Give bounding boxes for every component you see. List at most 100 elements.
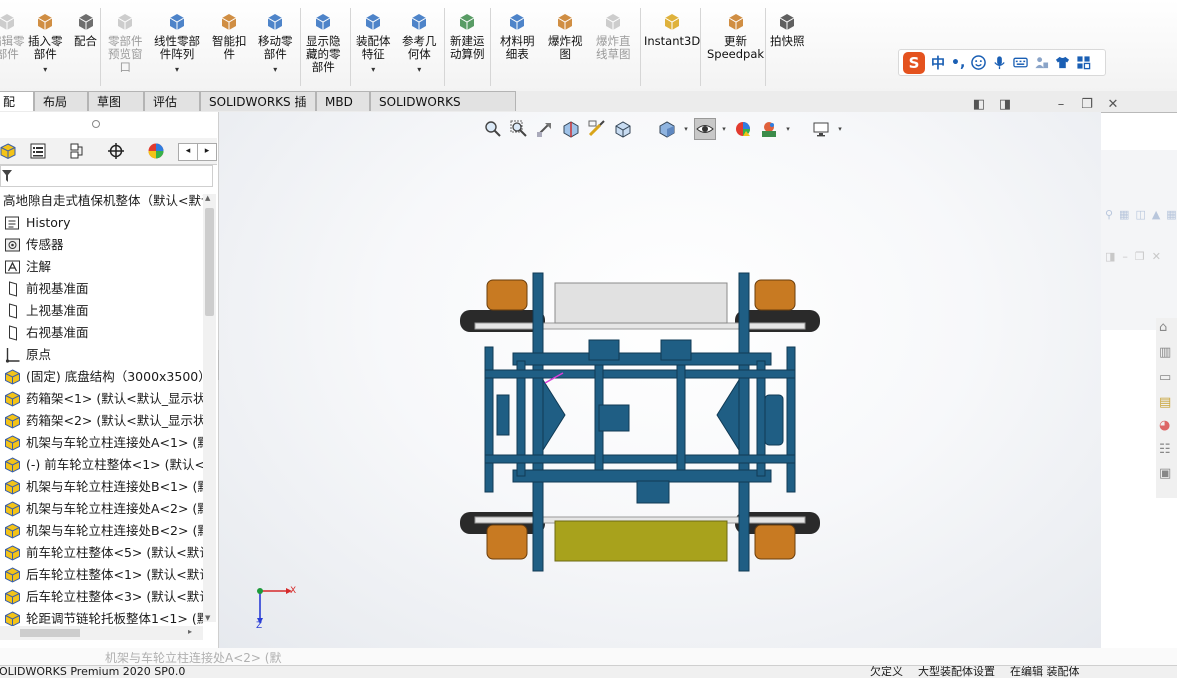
tree-item[interactable]: 后车轮立柱整体<1> (默认<默认 bbox=[0, 564, 203, 586]
appearances-icon[interactable]: ◕ bbox=[1159, 418, 1170, 433]
tree-vertical-scrollbar[interactable]: ▲ ▼ bbox=[203, 194, 216, 622]
left-side-rail[interactable] bbox=[484, 346, 494, 493]
tab-evaluate[interactable]: 评估 bbox=[144, 91, 200, 111]
tree-item[interactable]: 前车轮立柱整体<5> (默认<默认 bbox=[0, 542, 203, 564]
tile-left-icon[interactable]: ◧ bbox=[972, 98, 986, 112]
linear-pattern-dropdown-icon[interactable]: ▾ bbox=[175, 63, 179, 76]
tree-item[interactable]: 轮距调节链轮托板整体1<1> (默 bbox=[0, 608, 203, 628]
instant3d-button[interactable]: Instant3D bbox=[644, 10, 700, 90]
tree-item[interactable]: 药箱架<1> (默认<默认_显示状态 bbox=[0, 388, 203, 410]
panel-grip-icon[interactable] bbox=[92, 120, 100, 128]
right-brace[interactable] bbox=[716, 378, 740, 452]
tree-item[interactable]: 前视基准面 bbox=[0, 278, 203, 300]
front-block-right[interactable] bbox=[660, 339, 692, 361]
tree-item[interactable]: 注解 bbox=[0, 256, 203, 278]
tab-layout[interactable]: 布局 bbox=[34, 91, 88, 111]
solidworks-forum-icon[interactable]: ▣ bbox=[1159, 466, 1171, 481]
skin-shirt-icon[interactable] bbox=[1055, 55, 1070, 70]
dimxpertmanager-tab[interactable] bbox=[102, 139, 130, 162]
propertymanager-tab[interactable] bbox=[24, 139, 52, 162]
featuremanager-tab[interactable] bbox=[0, 139, 22, 162]
speedpak-button[interactable]: 更新 Speedpak bbox=[707, 10, 764, 90]
assembly-feature-button[interactable]: 装配体 特征 ▾ bbox=[356, 10, 391, 90]
user-group-icon[interactable] bbox=[1034, 55, 1049, 70]
move-component-dropdown-icon[interactable]: ▾ bbox=[273, 63, 277, 76]
minimize-icon[interactable]: – bbox=[1054, 98, 1068, 112]
bom-button[interactable]: 材料明 细表 bbox=[500, 10, 535, 90]
toolbox-grid-icon[interactable] bbox=[1076, 55, 1091, 70]
emoji-icon[interactable] bbox=[971, 55, 987, 70]
front-block-left[interactable] bbox=[588, 339, 620, 361]
tree-item[interactable]: 后车轮立柱整体<3> (默认<默认 bbox=[0, 586, 203, 608]
tree-item[interactable]: 上视基准面 bbox=[0, 300, 203, 322]
sogou-logo[interactable]: S bbox=[903, 51, 925, 74]
move-component-button[interactable]: 移动零 部件 ▾ bbox=[258, 10, 293, 90]
center-rail-right[interactable] bbox=[676, 364, 686, 471]
front-axle[interactable] bbox=[474, 322, 806, 330]
left-wheel-post[interactable] bbox=[532, 272, 544, 572]
previous-view-button[interactable] bbox=[534, 118, 556, 140]
assembly-model-view[interactable] bbox=[455, 265, 825, 575]
solidworks-resources-icon[interactable]: ⌂ bbox=[1159, 320, 1167, 335]
tree-item[interactable]: 药箱架<2> (默认<默认_显示状态 bbox=[0, 410, 203, 432]
mate-button[interactable]: 配合 bbox=[74, 10, 97, 90]
apply-scene-button[interactable] bbox=[758, 118, 780, 140]
reference-geometry-dropdown-icon[interactable]: ▾ bbox=[417, 63, 421, 76]
edit-component-button[interactable]: 编辑零 部件 bbox=[0, 10, 25, 90]
hscroll-right-icon[interactable]: ▸ bbox=[188, 627, 192, 636]
close-icon[interactable]: ✕ bbox=[1106, 98, 1120, 112]
front-cross-beam[interactable] bbox=[512, 352, 772, 366]
ime-mode-label[interactable]: 中 bbox=[931, 53, 945, 73]
front-left-bracket[interactable] bbox=[486, 279, 528, 311]
tab-sketch[interactable]: 草图 bbox=[88, 91, 144, 111]
insert-component-button[interactable]: 插入零 部件 ▾ bbox=[28, 10, 63, 90]
zoom-to-area-button[interactable] bbox=[508, 118, 530, 140]
tile-right-icon[interactable]: ◨ bbox=[998, 98, 1012, 112]
restore-icon[interactable]: ❐ bbox=[1080, 98, 1094, 112]
file-explorer-icon[interactable]: ▭ bbox=[1159, 370, 1171, 385]
rear-right-bracket[interactable] bbox=[754, 524, 796, 560]
rear-block[interactable] bbox=[636, 480, 670, 504]
linear-pattern-button[interactable]: 线性零部 件阵列 ▾ bbox=[154, 10, 200, 90]
tree-item[interactable]: 机架与车轮立柱连接处B<2> (默 bbox=[0, 520, 203, 542]
scroll-down-icon[interactable]: ▼ bbox=[205, 614, 210, 622]
hscrollbar-thumb[interactable] bbox=[20, 629, 80, 637]
tree-item[interactable]: (-) 前车轮立柱整体<1> (默认<默 bbox=[0, 454, 203, 476]
rear-cross-beam[interactable] bbox=[512, 469, 772, 483]
right-wheel-post[interactable] bbox=[738, 272, 750, 572]
tab-scroll-right-button[interactable]: ▸ bbox=[197, 143, 217, 161]
tree-item[interactable]: 机架与车轮立柱连接处A<2> (默 bbox=[0, 498, 203, 520]
new-motion-study-button[interactable]: 新建运 动算例 bbox=[450, 10, 485, 90]
reference-geometry-button[interactable]: 参考几 何体 ▾ bbox=[402, 10, 437, 90]
show-hidden-button[interactable]: 显示隐 藏的零 部件 bbox=[306, 10, 341, 90]
tab-solidworks-inspection[interactable]: SOLIDWORKS Inspection bbox=[370, 91, 516, 129]
microphone-icon[interactable] bbox=[992, 55, 1007, 70]
design-library-icon[interactable]: ▥ bbox=[1159, 345, 1171, 360]
tree-horizontal-scrollbar[interactable]: ▸ bbox=[0, 626, 203, 640]
displaymanager-tab[interactable] bbox=[142, 139, 170, 162]
front-right-bracket[interactable] bbox=[754, 279, 796, 311]
center-gearbox[interactable] bbox=[598, 404, 630, 432]
smart-fasteners-button[interactable]: 智能扣 件 bbox=[212, 10, 247, 90]
left-brace[interactable] bbox=[542, 378, 566, 452]
configurationmanager-tab[interactable] bbox=[62, 139, 90, 162]
edit-appearance-button[interactable] bbox=[732, 118, 754, 140]
mid-cross-beam-2[interactable] bbox=[484, 454, 796, 464]
assembly-feature-dropdown-icon[interactable]: ▾ bbox=[371, 63, 375, 76]
spray-tank-rear[interactable] bbox=[554, 520, 728, 562]
custom-properties-icon[interactable]: ☷ bbox=[1159, 442, 1171, 457]
hide-show-items-button[interactable] bbox=[694, 118, 716, 140]
scroll-up-icon[interactable]: ▲ bbox=[205, 194, 210, 202]
tree-item[interactable]: 机架与车轮立柱连接处B<1> (默 bbox=[0, 476, 203, 498]
explode-line-button[interactable]: 爆炸直 线草图 bbox=[596, 10, 631, 90]
tree-item[interactable]: 传感器 bbox=[0, 234, 203, 256]
tree-item[interactable]: (固定) 底盘结构（3000x3500）< bbox=[0, 366, 203, 388]
ime-punct-label[interactable]: •, bbox=[951, 55, 965, 71]
tab-mbd[interactable]: MBD bbox=[316, 91, 370, 111]
display-style-dropdown-icon[interactable]: ▾ bbox=[682, 118, 690, 140]
right-motor[interactable] bbox=[764, 394, 784, 446]
component-preview-button[interactable]: 零部件 预览窗 口 bbox=[108, 10, 143, 90]
left-motor[interactable] bbox=[496, 394, 510, 436]
view-palette-icon[interactable]: ▤ bbox=[1159, 395, 1171, 410]
hide-show-dropdown-icon[interactable]: ▾ bbox=[720, 118, 728, 140]
